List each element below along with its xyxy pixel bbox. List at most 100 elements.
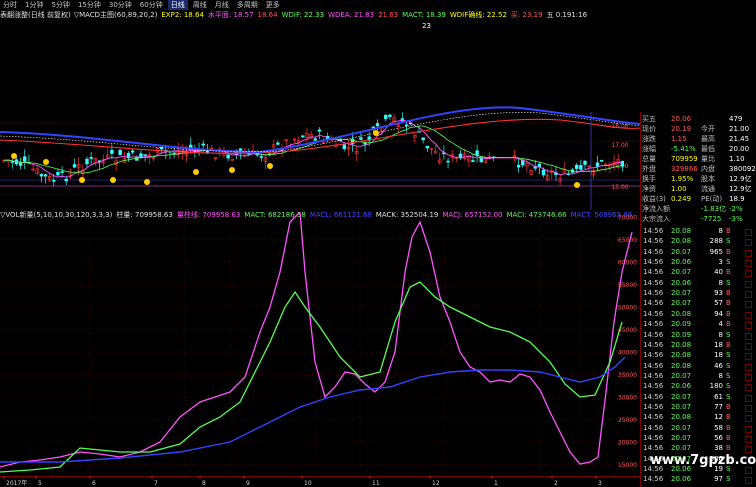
signal-dot — [144, 179, 150, 185]
quote-cell: 涨幅 — [642, 145, 656, 153]
tick-row[interactable]: 14:56 20.09 4 B — [641, 319, 756, 330]
quote-cell: 外盘 — [642, 165, 656, 173]
signal-dot — [110, 177, 116, 183]
tick-row[interactable]: 14:56 20.08 46 S — [641, 361, 756, 372]
tick-row[interactable]: 14:56 20.07 56 B — [641, 433, 756, 444]
tick-row[interactable]: 14:56 20.06 3 S — [641, 257, 756, 268]
tick-row[interactable]: 14:56 20.08 18 S — [641, 350, 756, 361]
quote-cell: 479 — [729, 115, 743, 123]
tick-cell: 3 — [718, 258, 723, 267]
tick-marker-icon — [745, 363, 752, 371]
tick-row[interactable]: 14:56 20.06 97 S — [641, 474, 756, 485]
quote-cell: 最低 — [701, 145, 715, 153]
tick-cell: 14:56 — [643, 423, 664, 432]
period-tab[interactable]: 15分钟 — [75, 0, 104, 10]
quote-cell: -5.41% — [671, 145, 696, 153]
signal-dot — [373, 130, 379, 136]
tick-cell: S — [726, 475, 731, 484]
tick-row[interactable]: 14:56 20.07 58 B — [641, 423, 756, 434]
tick-marker-icon — [745, 301, 752, 309]
date-axis-tick: 5 — [38, 480, 42, 487]
candle-body — [143, 154, 147, 156]
tick-marker-icon — [745, 291, 752, 299]
candle-body — [404, 124, 409, 127]
quote-cell: 0.249 — [671, 195, 692, 203]
date-axis-tick: 12 — [432, 480, 440, 487]
candle-body — [583, 160, 587, 165]
tick-marker-icon — [745, 394, 752, 402]
candle-body — [52, 179, 56, 182]
period-tab[interactable]: 分时 — [0, 0, 20, 10]
period-tab[interactable]: 多周期 — [234, 0, 261, 10]
tick-cell: 20.06 — [671, 475, 692, 484]
indicator-value: 21.63 — [378, 11, 399, 19]
tick-marker-icon — [745, 415, 752, 423]
tick-row[interactable]: 14:56 20.09 8 S — [641, 330, 756, 341]
quote-cell: -1.83亿 — [701, 205, 727, 213]
tick-marker-icon — [745, 353, 752, 361]
tick-row[interactable]: 14:56 20.07 40 B — [641, 267, 756, 278]
tick-marker-icon — [745, 332, 752, 340]
tick-row[interactable]: 14:56 20.07 61 S — [641, 392, 756, 403]
candle-body — [574, 164, 579, 169]
tick-row[interactable]: 14:56 20.08 94 B — [641, 309, 756, 320]
tick-row[interactable]: 14:56 20.08 12 B — [641, 412, 756, 423]
candle-body — [595, 162, 600, 167]
volume-indicator-chart[interactable]: 7000065000600005500050000450004000035000… — [0, 212, 640, 475]
quote-cell: -2% — [729, 205, 743, 213]
tick-cell: 14:56 — [643, 227, 664, 235]
candle-body — [446, 160, 450, 163]
quote-cell: 21.00 — [729, 125, 750, 133]
tick-cell: 57 — [714, 299, 723, 308]
tick-marker-icon — [745, 342, 752, 350]
date-axis-tick: 2 — [554, 480, 558, 487]
candle-body — [516, 164, 521, 168]
tick-cell: S — [726, 258, 731, 267]
tick-cell: 8 — [718, 278, 723, 287]
quote-cell: 1.15 — [671, 135, 687, 143]
volume-axis-tick: 15000 — [618, 462, 637, 469]
tick-row[interactable]: 14:56 20.07 77 B — [641, 402, 756, 413]
tick-row[interactable]: 14:56 20.08 8 B — [641, 226, 756, 237]
tick-marker-icon — [745, 404, 752, 412]
candlestick-chart[interactable]: 18.0017.0016.0015.0023 — [0, 20, 640, 210]
tick-row[interactable]: 14:56 20.08 288 S — [641, 236, 756, 247]
quote-cell: 总量 — [642, 155, 656, 163]
tick-cell: 97 — [714, 475, 723, 484]
period-tab[interactable]: 60分钟 — [137, 0, 166, 10]
tick-cell: B — [726, 309, 731, 318]
indicator-value: WDEA: 21.83 — [328, 11, 375, 19]
period-tab[interactable]: 日线 — [167, 0, 188, 10]
tick-cell: B — [726, 413, 731, 422]
tick-row[interactable]: 14:56 20.07 965 B — [641, 247, 756, 258]
candle-body — [110, 149, 114, 154]
period-tab[interactable]: 周线 — [190, 0, 210, 10]
tick-row[interactable]: 14:56 20.07 8 S — [641, 371, 756, 382]
candle-body — [130, 150, 135, 153]
tick-cell: 14:56 — [643, 434, 664, 442]
period-tab[interactable]: 1分钟 — [22, 0, 46, 10]
tick-marker-icon — [745, 384, 752, 392]
tick-cell: 20.08 — [671, 227, 692, 235]
tick-cell: 20.07 — [671, 392, 692, 401]
tick-cell: S — [726, 330, 731, 339]
indicator-name: 表翻涨整(日线 前复权) — [0, 11, 71, 19]
quote-row: 外盘 329866 内盘 380092 — [641, 164, 756, 174]
candle-body — [226, 154, 230, 159]
tick-cell: 14:56 — [643, 361, 664, 370]
period-tab[interactable]: 更多 — [263, 0, 283, 10]
period-tab[interactable]: 月线 — [212, 0, 232, 10]
candle-body — [313, 138, 317, 141]
period-tab[interactable]: 30分钟 — [106, 0, 135, 10]
signal-dot — [574, 182, 580, 188]
tick-row[interactable]: 14:56 20.06 180 S — [641, 381, 756, 392]
tick-row[interactable]: 14:56 20.08 18 B — [641, 340, 756, 351]
period-tab[interactable]: 5分钟 — [48, 0, 72, 10]
tick-row[interactable]: 14:56 20.06 8 S — [641, 278, 756, 289]
tick-cell: 14:56 — [643, 278, 664, 287]
quote-cell: 买五 — [642, 115, 656, 123]
tick-row[interactable]: 14:56 20.07 57 B — [641, 298, 756, 309]
tick-row[interactable]: 14:56 20.07 93 B — [641, 288, 756, 299]
tick-marker-icon — [745, 467, 752, 475]
quote-cell: 709959 — [671, 155, 698, 163]
